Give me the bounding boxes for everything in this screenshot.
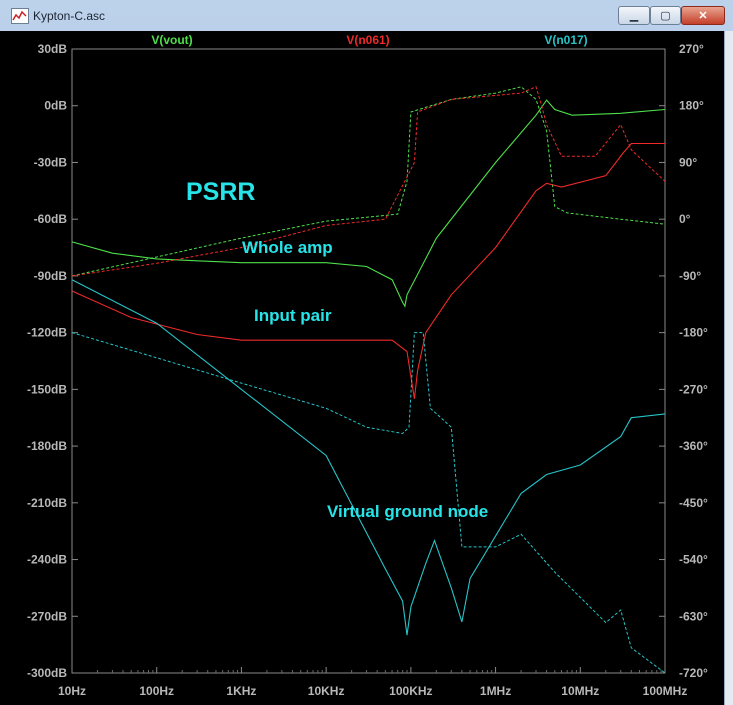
left-tick-label: -270dB [27,609,67,623]
window-title: Kypton-C.asc [33,9,106,23]
x-tick-label: 10MHz [561,684,599,698]
right-tick-label: -540° [679,553,708,567]
right-tick-label: -450° [679,496,708,510]
minimize-icon: ▁ [629,10,639,22]
left-tick-label: -120dB [27,326,67,340]
left-tick-label: -210dB [27,496,67,510]
left-tick-label: -30dB [34,155,68,169]
annotation-whole-amp: Whole amp [242,238,333,257]
left-tick-label: -240dB [27,553,67,567]
legend-entry: V(n017) [544,33,587,47]
plot-axes: 30dB 0dB -30dB -60dB -90dB -120dB -150dB -180dB… [27,42,708,698]
left-tick-label: -90dB [34,269,68,283]
magnitude-trace-2 [71,279,666,636]
bode-plot-chart[interactable]: V(vout) V(n061) V(n017) 30dB 0dB -30dB -60dB -… [0,31,725,705]
x-tick-label: 10KHz [308,684,345,698]
left-tick-label: -180dB [27,439,67,453]
right-tick-label: -180° [679,326,708,340]
x-tick-label: 100MHz [643,684,688,698]
left-tick-label: -300dB [27,666,67,680]
magnitude-trace-1 [71,142,665,399]
x-tick-label: 10Hz [58,684,86,698]
left-tick-label: -150dB [27,382,67,396]
close-icon: ✕ [698,10,708,22]
left-tick-label: 0dB [44,99,67,113]
x-tick-label: 100KHz [389,684,432,698]
right-tick-label: 0° [679,212,691,226]
series-traces [71,86,666,674]
maximize-button[interactable]: ▢ [650,6,681,25]
close-button[interactable]: ✕ [681,6,725,25]
right-tick-label: -90° [679,269,701,283]
magnitude-trace-0 [71,99,666,308]
waveform-plot-pane[interactable]: V(vout) V(n061) V(n017) 30dB 0dB -30dB -60dB -… [0,31,725,705]
title-bar[interactable]: Kypton-C.asc ▁ ▢ ✕ [0,0,733,31]
minimize-button[interactable]: ▁ [618,6,650,25]
annotation-input-pair: Input pair [254,306,332,325]
application-window: Kypton-C.asc ▁ ▢ ✕ V(vout) V(n061) V(n017)… [0,0,733,705]
legend-entry: V(n061) [346,33,389,47]
right-tick-label: -270° [679,382,708,396]
side-panel-edge [724,31,733,705]
x-tick-label: 1KHz [226,684,256,698]
right-tick-label: 180° [679,99,704,113]
plot-frame [71,48,666,674]
maximize-icon: ▢ [660,10,671,22]
left-tick-label: -60dB [34,212,68,226]
annotation-virtual-ground: Virtual ground node [327,502,488,521]
right-tick-label: 270° [679,42,704,56]
legend-entry: V(vout) [151,33,192,47]
right-tick-label: 90° [679,155,697,169]
right-tick-label: -630° [679,609,708,623]
legend: V(vout) V(n061) V(n017) [151,33,587,47]
waveform-app-icon [11,8,29,24]
right-tick-label: -360° [679,439,708,453]
x-tick-label: 100Hz [139,684,174,698]
x-tick-label: 1MHz [480,684,511,698]
annotation-title: PSRR [186,178,255,206]
right-tick-label: -720° [679,666,708,680]
left-tick-label: 30dB [38,42,68,56]
